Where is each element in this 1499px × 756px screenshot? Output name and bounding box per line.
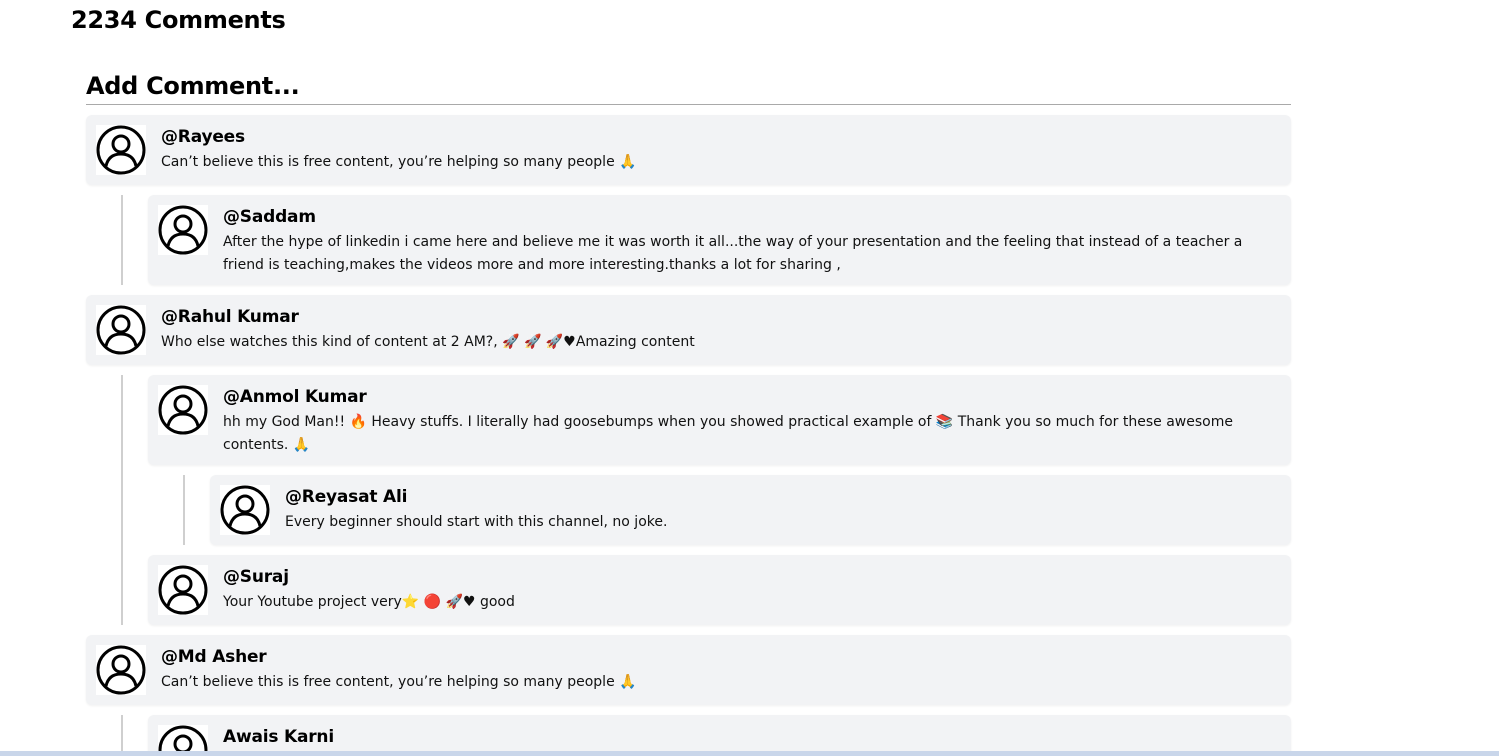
comment-text: Who else watches this kind of content at… (161, 334, 695, 350)
user-avatar-icon[interactable] (96, 305, 146, 355)
user-avatar-icon[interactable] (96, 125, 146, 175)
user-avatar-icon[interactable] (158, 385, 208, 435)
window-bottom-edge (0, 751, 1499, 756)
comment-username[interactable]: @Md Asher (161, 647, 267, 667)
comment-text: Every beginner should start with this ch… (285, 514, 668, 530)
comment-username[interactable]: @Reyasat Ali (285, 487, 407, 507)
comment-text: Can’t believe this is free content, you’… (161, 674, 637, 690)
reply-card: Awais Karni (148, 715, 1291, 756)
reply-card: @Anmol Kumar hh my God Man!! 🔥 Heavy stu… (148, 375, 1291, 465)
reply-thread-line (121, 375, 123, 625)
user-avatar-icon[interactable] (158, 565, 208, 615)
nested-reply-card: @Reyasat Ali Every beginner should start… (210, 475, 1291, 545)
comment-username[interactable]: @Saddam (223, 207, 316, 227)
comment-username[interactable]: @Anmol Kumar (223, 387, 367, 407)
comment-card: @Rayees Can’t believe this is free conte… (86, 115, 1291, 185)
comment-card: @Rahul Kumar Who else watches this kind … (86, 295, 1291, 365)
comment-card: @Md Asher Can’t believe this is free con… (86, 635, 1291, 705)
reply-thread-line (183, 475, 185, 545)
comment-username[interactable]: @Rahul Kumar (161, 307, 299, 327)
user-avatar-icon[interactable] (158, 205, 208, 255)
comment-username[interactable]: Awais Karni (223, 727, 334, 747)
comment-text: After the hype of linkedin i came here a… (223, 234, 1243, 273)
comment-text: hh my God Man!! 🔥 Heavy stuffs. I litera… (223, 414, 1233, 453)
user-avatar-icon[interactable] (96, 645, 146, 695)
comment-username[interactable]: @Rayees (161, 127, 245, 147)
comment-text: Can’t believe this is free content, you’… (161, 154, 637, 170)
comments-page: 2234 Comments Add Comment... @Rayees Can… (0, 0, 1499, 756)
reply-thread-line (121, 715, 123, 756)
user-avatar-icon[interactable] (220, 485, 270, 535)
comment-username[interactable]: @Suraj (223, 567, 289, 587)
reply-card: @Saddam After the hype of linkedin i cam… (148, 195, 1291, 285)
reply-thread-line (121, 195, 123, 285)
reply-card: @Suraj Your Youtube project very⭐ 🔴 🚀♥ g… (148, 555, 1291, 625)
add-comment-label: Add Comment... (86, 72, 300, 100)
add-comment-input[interactable]: Add Comment... (86, 72, 1291, 105)
comments-count-heading: 2234 Comments (71, 6, 286, 34)
comment-text: Your Youtube project very⭐ 🔴 🚀♥ good (223, 594, 515, 610)
